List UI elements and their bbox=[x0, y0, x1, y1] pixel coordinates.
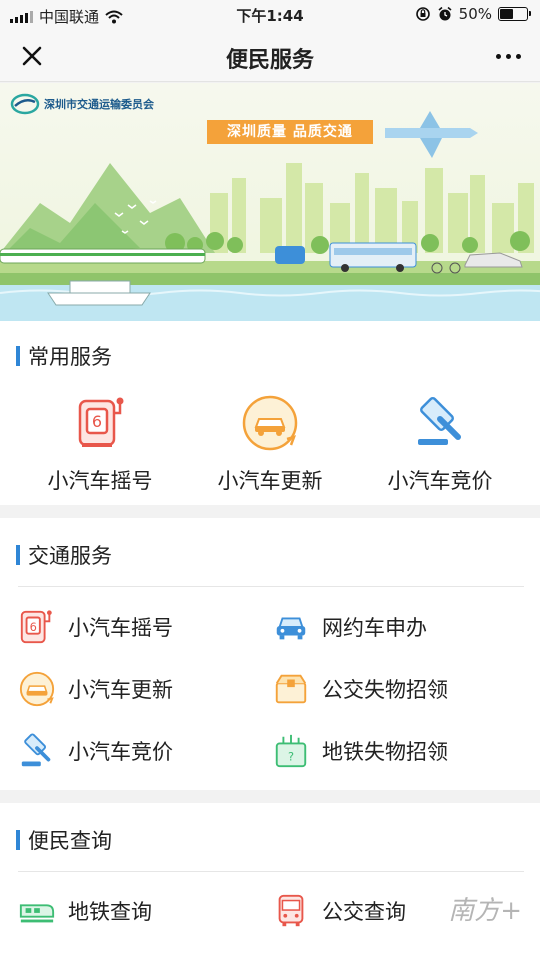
section-title-query: 便民查询 bbox=[16, 825, 112, 855]
traffic-item-label: 小汽车竞价 bbox=[68, 740, 173, 764]
traffic-item-label: 小汽车摇号 bbox=[68, 616, 173, 640]
traffic-item-label: 小汽车更新 bbox=[68, 678, 173, 702]
section-title-common: 常用服务 bbox=[16, 341, 112, 371]
traffic-item-car-renew[interactable]: 小汽车更新 bbox=[18, 670, 173, 708]
traffic-item-bus-lost-found[interactable]: 公交失物招领 bbox=[272, 670, 448, 708]
car-renew-icon bbox=[242, 395, 298, 451]
svg-text:6: 6 bbox=[92, 412, 102, 431]
svg-text:?: ? bbox=[288, 750, 294, 764]
banner-slogan: 深圳质量 品质交通 bbox=[207, 120, 373, 144]
alarm-icon bbox=[438, 6, 452, 21]
query-item-label: 地铁查询 bbox=[68, 900, 152, 924]
section-title-text: 常用服务 bbox=[28, 345, 112, 369]
org-logo-icon bbox=[10, 93, 40, 115]
battery-percent: 50% bbox=[458, 5, 492, 23]
section-title-text: 交通服务 bbox=[28, 544, 112, 568]
banner-illustration bbox=[0, 83, 540, 321]
query-services-card: 便民查询 地铁查询 公交查询 bbox=[0, 803, 540, 960]
common-item-car-renew[interactable]: 小汽车更新 bbox=[190, 393, 350, 495]
section-divider bbox=[18, 871, 524, 872]
query-item-label: 公交查询 bbox=[322, 900, 406, 924]
common-item-car-auction[interactable]: 小汽车竞价 bbox=[360, 393, 520, 495]
traffic-item-label: 公交失物招领 bbox=[322, 678, 448, 702]
traffic-item-car-lottery[interactable]: 6 小汽车摇号 bbox=[18, 608, 173, 646]
common-services-card: 常用服务 6 小汽车摇号 小汽车更新 小汽车竞价 bbox=[0, 321, 540, 505]
section-accent-bar bbox=[16, 346, 20, 366]
section-accent-bar bbox=[16, 545, 20, 565]
traffic-item-car-auction[interactable]: 小汽车竞价 bbox=[18, 732, 173, 770]
metro-train-icon bbox=[19, 904, 55, 923]
query-item-bus[interactable]: 公交查询 bbox=[272, 892, 406, 930]
lost-box-icon bbox=[275, 674, 307, 704]
auction-hammer-icon bbox=[21, 733, 51, 767]
watermark-logo: 南方+ bbox=[448, 896, 522, 926]
lottery-machine-icon: 6 bbox=[78, 397, 124, 447]
rotation-lock-icon bbox=[415, 7, 430, 21]
status-right: 50% bbox=[415, 5, 531, 23]
traffic-item-ride-hailing[interactable]: 网约车申办 bbox=[272, 608, 427, 646]
banner-org-logo: 深圳市交通运输委员会 bbox=[10, 93, 154, 115]
common-item-label: 小汽车更新 bbox=[217, 469, 323, 493]
section-accent-bar bbox=[16, 830, 20, 850]
bus-icon bbox=[278, 894, 304, 927]
status-bar: 中国联通 下午1:44 50% bbox=[0, 0, 540, 30]
banner-image[interactable]: 深圳市交通运输委员会 深圳质量 品质交通 bbox=[0, 83, 540, 321]
traffic-services-card: 交通服务 6 小汽车摇号 网约车申办 小汽车更新 公交失物招领 小汽车竞价 ? … bbox=[0, 518, 540, 790]
section-title-traffic: 交通服务 bbox=[16, 540, 112, 570]
query-item-metro[interactable]: 地铁查询 bbox=[18, 892, 152, 930]
org-name: 深圳市交通运输委员会 bbox=[44, 98, 154, 111]
traffic-item-metro-lost-found[interactable]: ? 地铁失物招领 bbox=[272, 732, 448, 770]
lost-bag-icon: ? bbox=[275, 734, 307, 768]
svg-text:6: 6 bbox=[30, 620, 37, 634]
traffic-item-label: 网约车申办 bbox=[322, 616, 427, 640]
car-icon bbox=[276, 617, 306, 640]
section-divider bbox=[18, 586, 524, 587]
common-item-label: 小汽车摇号 bbox=[47, 469, 153, 493]
more-dots-icon[interactable] bbox=[490, 42, 526, 70]
page-title: 便民服务 bbox=[225, 48, 314, 73]
common-item-car-lottery[interactable]: 6 小汽车摇号 bbox=[20, 393, 180, 495]
lottery-machine-icon: 6 bbox=[20, 610, 52, 644]
traffic-item-label: 地铁失物招领 bbox=[322, 740, 448, 764]
nav-bar: 便民服务 bbox=[0, 30, 540, 82]
car-renew-icon bbox=[19, 671, 55, 707]
auction-hammer-icon bbox=[418, 397, 461, 445]
common-item-label: 小汽车竞价 bbox=[387, 469, 493, 493]
section-title-text: 便民查询 bbox=[28, 829, 112, 853]
battery-icon bbox=[498, 7, 531, 21]
